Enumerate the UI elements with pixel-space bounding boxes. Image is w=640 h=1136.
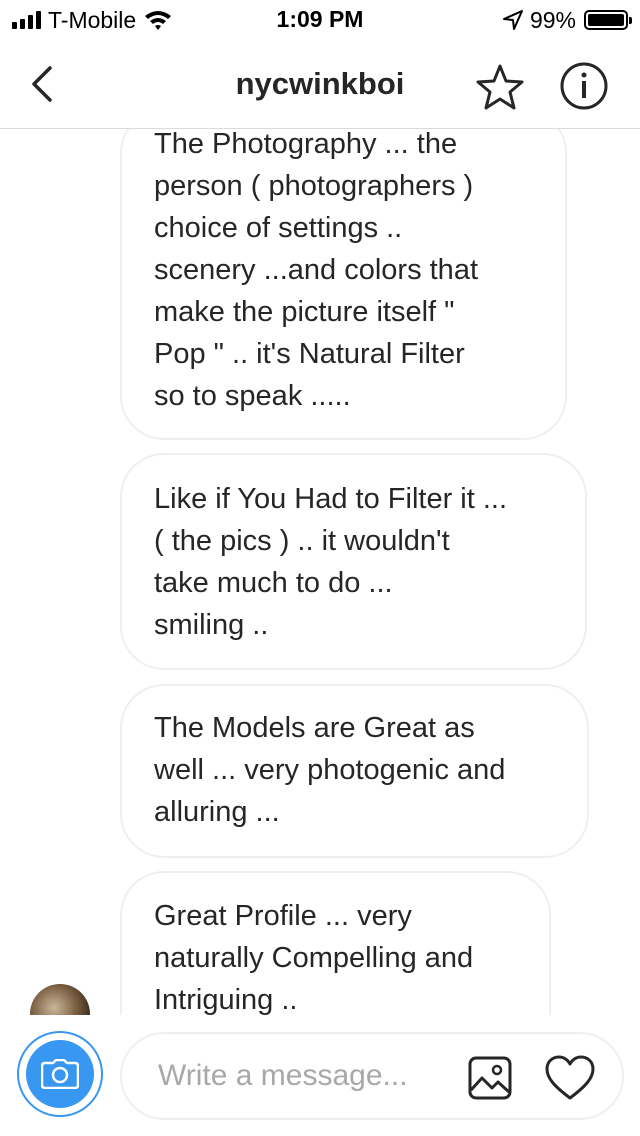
message-composer (0, 1015, 640, 1136)
message-bubble[interactable]: The Models are Great as well ... very ph… (120, 684, 589, 858)
battery-icon (584, 10, 632, 30)
avatar[interactable] (30, 984, 90, 1015)
camera-button[interactable] (17, 1031, 103, 1117)
message-bubble[interactable]: Like if You Had to Filter it ... ( the p… (120, 453, 587, 670)
heart-icon[interactable] (544, 1054, 596, 1102)
location-arrow-icon (502, 10, 523, 30)
message-thread[interactable]: The Photography ... the person ( photogr… (0, 129, 640, 1015)
status-right: 99% (502, 6, 632, 34)
gallery-icon[interactable] (468, 1056, 512, 1100)
message-input[interactable] (158, 1054, 458, 1098)
message-field[interactable] (120, 1032, 624, 1120)
message-text: Great Profile ... very naturally Compell… (154, 900, 474, 1015)
chat-header: nycwinkboi (0, 40, 640, 129)
message-bubble[interactable]: Great Profile ... very naturally Compell… (120, 871, 551, 1015)
status-bar: T-Mobile 1:09 PM 99% (0, 0, 640, 40)
chat-title[interactable]: nycwinkboi (0, 66, 640, 102)
battery-fill (588, 14, 624, 26)
message-bubble[interactable]: The Photography ... the person ( photogr… (120, 129, 567, 440)
message-text: The Models are Great as well ... very ph… (154, 712, 506, 828)
message-text: Like if You Had to Filter it ... ( the p… (154, 483, 508, 641)
camera-button-fill (26, 1040, 94, 1108)
info-icon[interactable] (558, 60, 610, 112)
star-icon[interactable] (474, 62, 526, 112)
battery-percent: 99% (529, 6, 576, 33)
message-text: The Photography ... the person ( photogr… (154, 129, 478, 412)
camera-icon (41, 1059, 79, 1089)
